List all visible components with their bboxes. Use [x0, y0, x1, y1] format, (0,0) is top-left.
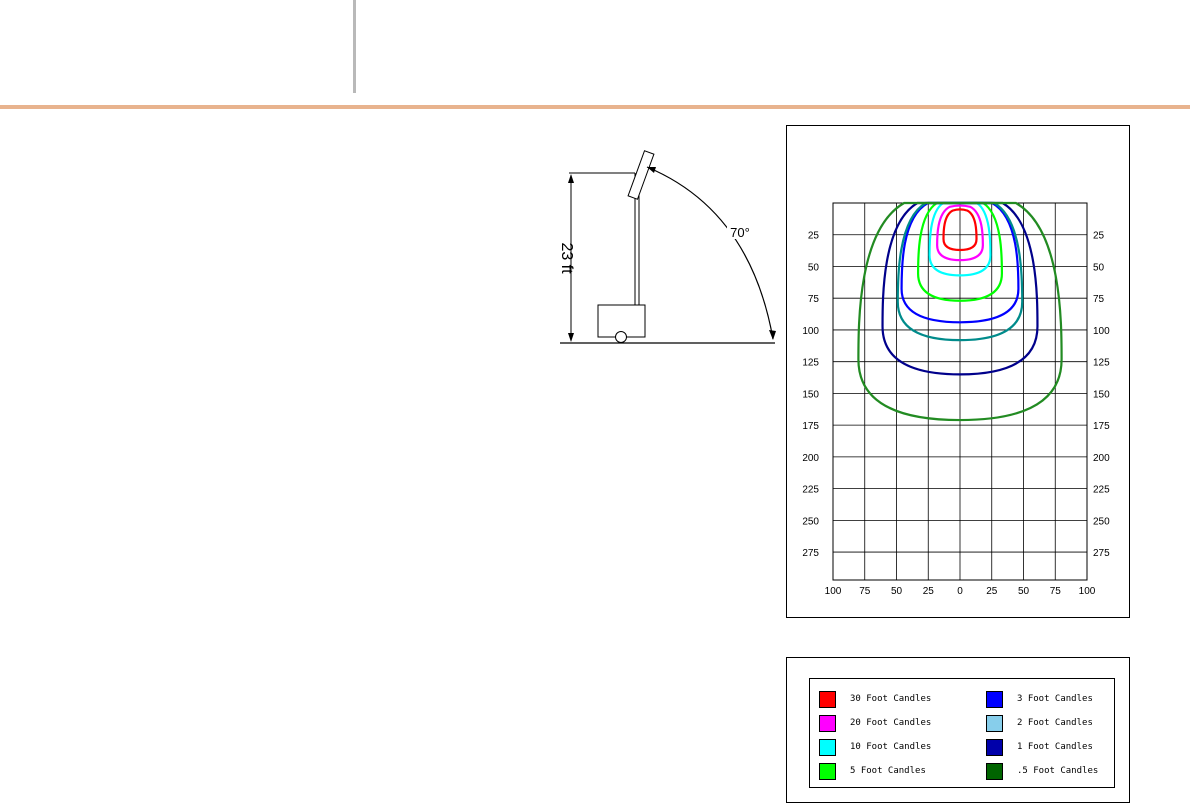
pole-mounting-diagram: 23 ft 70° [558, 150, 776, 344]
legend-item: 5 Foot Candles [819, 761, 926, 781]
legend-label: 3 Foot Candles [1017, 694, 1093, 704]
x-tick-label: 100 [825, 586, 842, 597]
y-tick-label-right: 175 [1093, 421, 1110, 432]
legend-swatch [986, 714, 1003, 732]
legend-swatch [819, 690, 836, 708]
legend: 30 Foot Candles 3 Foot Candles 20 Foot C… [809, 678, 1115, 788]
legend-item: 30 Foot Candles [819, 689, 931, 709]
legend-swatch [819, 762, 836, 780]
legend-item: 20 Foot Candles [819, 713, 931, 733]
x-tick-label: 75 [859, 586, 871, 597]
y-tick-label-right: 250 [1093, 516, 1110, 527]
legend-item: .5 Foot Candles [986, 761, 1098, 781]
vehicle-wheel [615, 331, 627, 343]
legend-label: 1 Foot Candles [1017, 742, 1093, 752]
light-head [627, 150, 655, 200]
y-tick-label-right: 200 [1093, 453, 1110, 464]
dimension-arrow-bottom [568, 333, 574, 342]
legend-swatch [986, 690, 1003, 708]
y-tick-label-left: 250 [802, 516, 819, 527]
y-tick-label-right: 225 [1093, 485, 1110, 496]
isofootcandle-plot-frame: 100 75 50 25 0 25 50 75 100 25 25 50 50 75 75 100 100 125… [786, 125, 1130, 618]
header-divider [353, 0, 356, 93]
y-tick-label-right: 100 [1093, 326, 1110, 337]
legend-label: 30 Foot Candles [850, 694, 932, 704]
height-label: 23 ft [558, 242, 575, 274]
header-rule [0, 105, 1190, 109]
tick-labels: 100 75 50 25 0 25 50 75 10025 2550 5075 75100 100125… [802, 231, 1110, 597]
x-tick-label: 50 [891, 586, 903, 597]
x-tick-label: 0 [957, 586, 963, 597]
dimension-arrow-top [568, 174, 574, 183]
y-tick-label-left: 275 [802, 548, 819, 559]
legend-swatch [986, 762, 1003, 780]
legend-swatch [986, 738, 1003, 756]
legend-item: 1 Foot Candles [986, 737, 1093, 757]
y-tick-label-left: 75 [808, 294, 820, 305]
y-tick-label-left: 150 [802, 389, 819, 400]
x-tick-label: 25 [923, 586, 935, 597]
legend-label: 20 Foot Candles [850, 718, 932, 728]
y-tick-label-left: 125 [802, 358, 819, 369]
legend-item: 10 Foot Candles [819, 737, 931, 757]
y-tick-label-left: 50 [808, 262, 820, 273]
angle-label: 70° [730, 225, 750, 240]
legend-frame: 30 Foot Candles 3 Foot Candles 20 Foot C… [786, 657, 1130, 803]
y-tick-label-left: 175 [802, 421, 819, 432]
y-tick-label-right: 150 [1093, 389, 1110, 400]
y-tick-label-right: 75 [1093, 294, 1105, 305]
legend-swatch [819, 738, 836, 756]
isofootcandle-plot: 100 75 50 25 0 25 50 75 10025 2550 5075 75100 100125… [802, 201, 1110, 597]
y-tick-label-right: 125 [1093, 358, 1110, 369]
y-tick-label-left: 100 [802, 326, 819, 337]
legend-label: 5 Foot Candles [850, 766, 926, 776]
x-tick-label: 50 [1018, 586, 1030, 597]
x-tick-label: 25 [986, 586, 998, 597]
legend-label: .5 Foot Candles [1017, 766, 1099, 776]
legend-swatch [819, 714, 836, 732]
y-tick-label-right: 275 [1093, 548, 1110, 559]
y-tick-label-left: 25 [808, 231, 820, 242]
legend-item: 3 Foot Candles [986, 689, 1093, 709]
legend-item: 2 Foot Candles [986, 713, 1093, 733]
legend-label: 2 Foot Candles [1017, 718, 1093, 728]
y-tick-label-right: 25 [1093, 231, 1105, 242]
y-tick-label-left: 200 [802, 453, 819, 464]
y-tick-label-right: 50 [1093, 262, 1105, 273]
y-tick-label-left: 225 [802, 485, 819, 496]
x-tick-label: 75 [1050, 586, 1062, 597]
x-tick-label: 100 [1079, 586, 1096, 597]
legend-label: 10 Foot Candles [850, 742, 932, 752]
angle-arc [646, 166, 774, 340]
angle-arrow-end [769, 330, 776, 340]
